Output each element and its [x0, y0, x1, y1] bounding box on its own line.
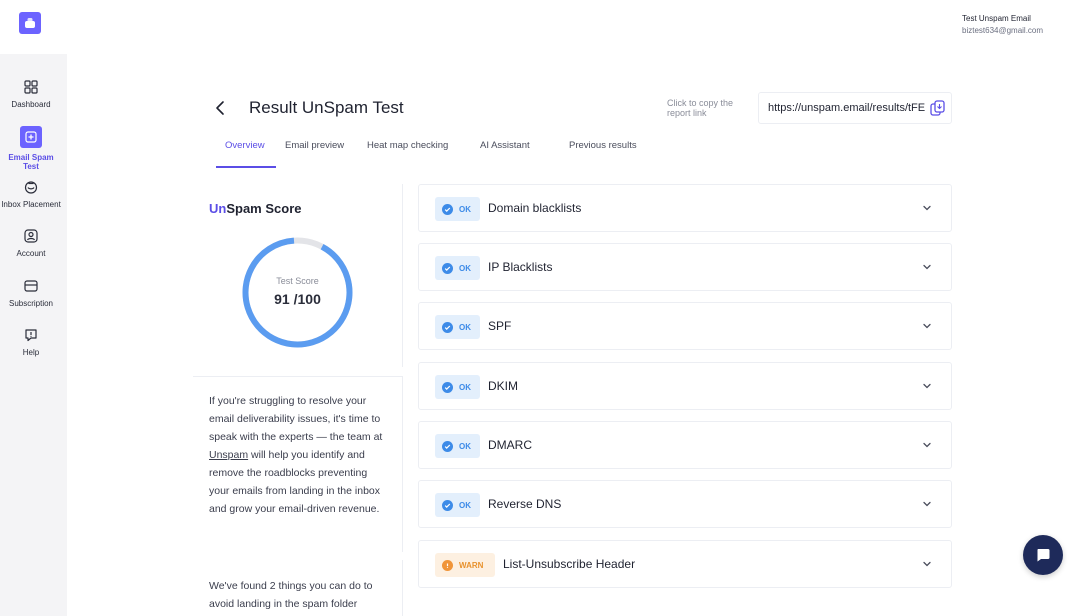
check-label: DMARC — [488, 438, 532, 452]
sidebar-item-dashboard[interactable]: Dashboard — [0, 80, 62, 109]
check-row[interactable]: OK SPF — [418, 302, 952, 350]
tab-previous-results[interactable]: Previous results — [569, 140, 637, 151]
check-label: List-Unsubscribe Header — [503, 557, 636, 571]
chevron-down-icon[interactable] — [921, 498, 933, 510]
check-circle-icon — [442, 203, 453, 215]
warning-circle-icon — [442, 559, 453, 571]
copy-icon[interactable] — [930, 100, 946, 116]
help-bubble-icon — [25, 329, 37, 342]
user-name: Test Unspam Email — [962, 14, 1031, 23]
chevron-down-icon[interactable] — [921, 261, 933, 273]
sidebar-item-label: Account — [16, 249, 46, 258]
status-badge: OK — [435, 256, 480, 280]
tab-email-preview[interactable]: Email preview — [285, 140, 344, 151]
sidebar-item-inbox-placement[interactable]: Inbox Placement — [0, 180, 62, 209]
check-label: Reverse DNS — [488, 497, 562, 511]
app-logo[interactable] — [19, 12, 41, 34]
back-arrow-icon[interactable] — [214, 99, 228, 117]
chat-button[interactable] — [1023, 535, 1063, 575]
chat-bubble-icon — [1037, 549, 1050, 562]
check-label: DKIM — [488, 379, 518, 393]
status-text: OK — [459, 322, 471, 332]
score-title-rest: Spam Score — [226, 201, 302, 216]
status-text: WARN — [459, 560, 484, 570]
unspam-link[interactable]: Unspam — [209, 449, 248, 461]
check-row[interactable]: OK DMARC — [418, 421, 952, 469]
score-label: Test Score — [276, 276, 319, 286]
chevron-down-icon[interactable] — [921, 558, 933, 570]
grid-icon — [24, 80, 38, 94]
plus-square-icon — [20, 126, 42, 148]
score-title: UnSpam Score — [209, 201, 302, 216]
sidebar-item-label: Inbox Placement — [1, 200, 61, 209]
check-circle-icon — [442, 321, 453, 333]
report-url-field[interactable]: https://unspam.email/results/tFE — [758, 92, 952, 124]
status-text: OK — [459, 441, 471, 451]
user-email: biztest634@gmail.com — [962, 26, 1044, 35]
page-title: Result UnSpam Test — [249, 98, 404, 117]
sidebar-item-help[interactable]: Help — [0, 328, 62, 357]
tab-active-indicator — [216, 166, 276, 168]
check-label: Domain blacklists — [488, 201, 582, 215]
check-row[interactable]: WARN List-Unsubscribe Header — [418, 540, 952, 588]
status-badge: OK — [435, 493, 480, 517]
check-row[interactable]: OK Reverse DNS — [418, 480, 952, 528]
top-bar: Test Unspam Email biztest634@gmail.com — [0, 0, 1080, 54]
status-badge: OK — [435, 375, 480, 399]
check-circle-icon — [442, 499, 453, 511]
chevron-down-icon[interactable] — [921, 439, 933, 451]
sidebar-item-account[interactable]: Account — [0, 229, 62, 258]
info-text: If you're struggling to resolve your ema… — [209, 392, 387, 518]
chevron-down-icon[interactable] — [921, 380, 933, 392]
score-title-prefix: Un — [209, 201, 227, 216]
tab-heat-map-checking[interactable]: Heat map checking — [367, 140, 448, 151]
tab-ai-assistant[interactable]: AI Assistant — [480, 140, 530, 151]
status-text: OK — [459, 500, 471, 510]
chevron-down-icon[interactable] — [921, 202, 933, 214]
check-row[interactable]: OK IP Blacklists — [418, 243, 952, 291]
sidebar-item-label: Help — [22, 348, 40, 357]
status-text: OK — [459, 204, 471, 214]
check-circle-icon — [442, 440, 453, 452]
inbox-icon — [24, 181, 38, 194]
status-badge: WARN — [435, 553, 495, 577]
sidebar-item-email-spam-test[interactable]: Email Spam Test — [0, 126, 62, 171]
chevron-down-icon[interactable] — [921, 320, 933, 332]
check-row[interactable]: OK DKIM — [418, 362, 952, 410]
score-value: 91 /100 — [274, 291, 321, 307]
copy-hint: Click to copy the report link — [667, 98, 734, 118]
user-info[interactable]: Test Unspam Email biztest634@gmail.com — [962, 13, 1043, 37]
card-icon — [24, 280, 38, 292]
sidebar-item-label: Subscription — [8, 299, 54, 308]
sidebar-item-label: Email Spam Test — [8, 153, 54, 171]
status-badge: OK — [435, 315, 480, 339]
found-text: We've found 2 things you can do to avoid… — [209, 580, 373, 610]
user-circle-icon — [24, 229, 38, 243]
check-circle-icon — [442, 381, 453, 393]
sidebar-item-label: Dashboard — [11, 100, 51, 109]
tab-overview[interactable]: Overview — [225, 140, 265, 151]
check-label: SPF — [488, 319, 512, 333]
logo-icon — [25, 18, 35, 28]
sidebar-item-subscription[interactable]: Subscription — [0, 279, 62, 308]
info-text-before: If you're struggling to resolve your ema… — [209, 395, 383, 443]
sidebar: Dashboard Email Spam Test Inbox Placemen… — [0, 54, 67, 616]
status-text: OK — [459, 382, 471, 392]
status-badge: OK — [435, 197, 480, 221]
status-text: OK — [459, 263, 471, 273]
check-label: IP Blacklists — [488, 260, 553, 274]
check-circle-icon — [442, 262, 453, 274]
check-row[interactable]: OK Domain blacklists — [418, 184, 952, 232]
status-badge: OK — [435, 434, 480, 458]
